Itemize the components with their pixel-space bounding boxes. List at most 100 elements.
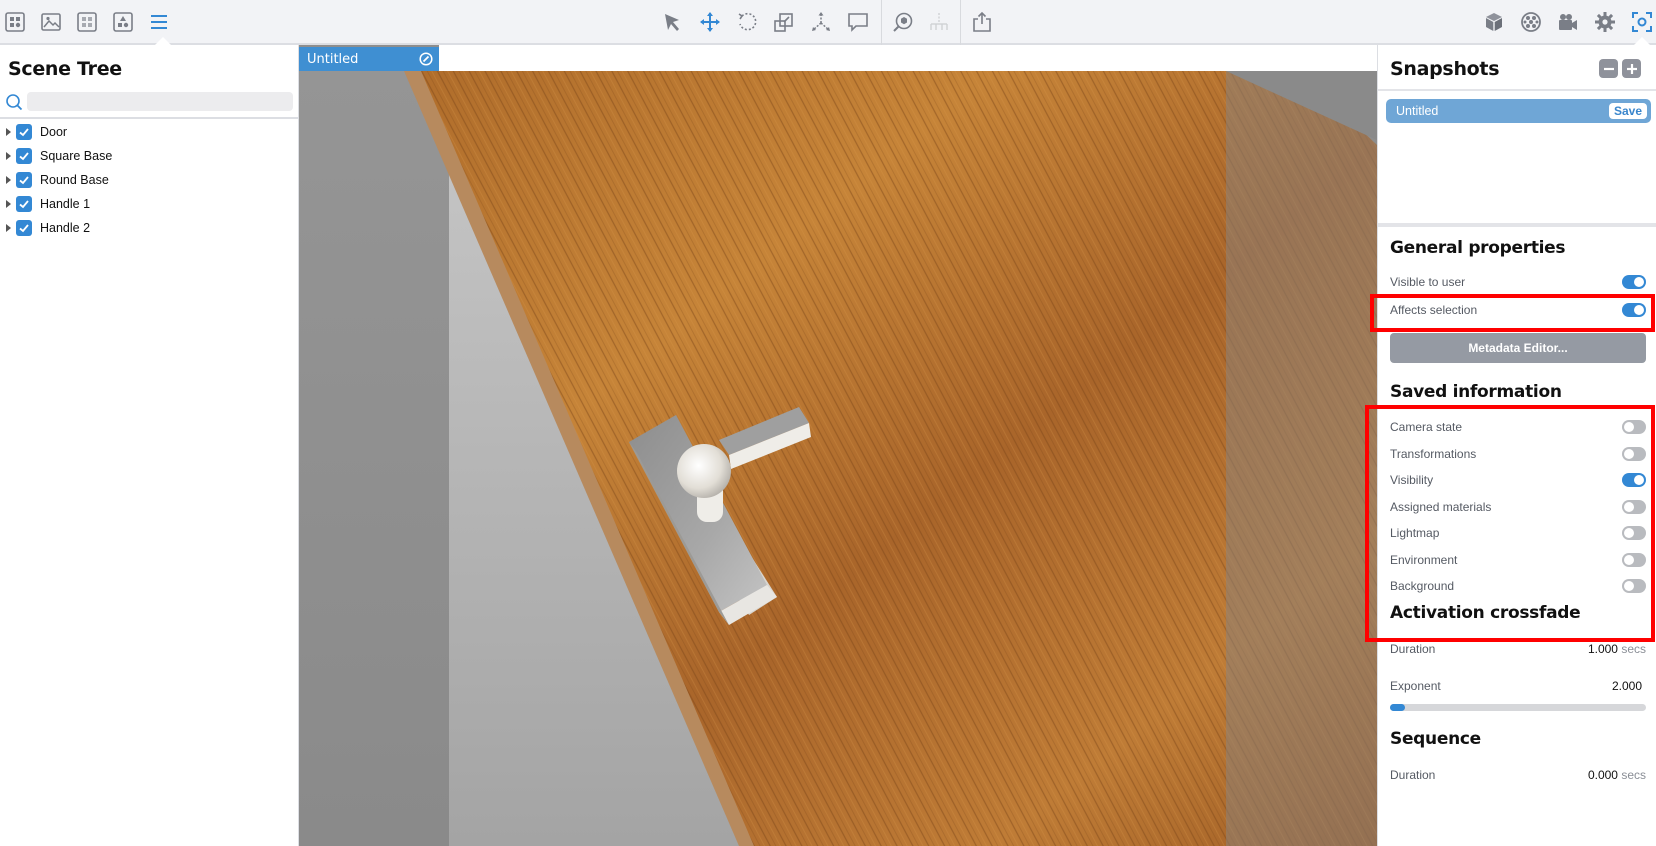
sequence-title: Sequence xyxy=(1390,729,1481,749)
tab-label: Untitled xyxy=(307,51,359,67)
saved-info-row: Transformations xyxy=(1390,444,1646,464)
sequence-duration-row: Duration 0.000 secs xyxy=(1390,765,1646,785)
video-camera-icon xyxy=(1559,14,1577,30)
saved-info-row: Assigned materials xyxy=(1390,497,1646,517)
saved-info-label: Environment xyxy=(1390,552,1458,567)
expand-arrow-icon[interactable] xyxy=(6,200,11,208)
tab-strip xyxy=(439,45,1377,71)
sequence-duration-number: 0.000 xyxy=(1587,768,1618,782)
comment-button[interactable] xyxy=(845,9,871,35)
exponent-slider[interactable] xyxy=(1390,704,1646,711)
divider xyxy=(1378,89,1656,91)
move-button[interactable] xyxy=(697,9,723,35)
pattern-grid-button[interactable] xyxy=(74,9,100,35)
tree-item[interactable]: Door xyxy=(0,120,299,144)
checkmark-icon xyxy=(19,224,29,233)
list-menu-button[interactable] xyxy=(146,9,172,35)
crossfade-duration-number: 1.000 xyxy=(1587,642,1618,656)
expand-arrow-icon[interactable] xyxy=(6,152,11,160)
scene-search-input[interactable] xyxy=(27,92,293,111)
exponent-label: Exponent xyxy=(1390,679,1441,693)
saved-info-toggle[interactable] xyxy=(1622,526,1646,540)
cube-search-button[interactable] xyxy=(890,9,916,35)
visible-to-user-row: Visible to user xyxy=(1390,272,1646,292)
saved-info-toggle[interactable] xyxy=(1622,579,1646,593)
saved-information-title: Saved information xyxy=(1390,382,1562,402)
checkmark-icon xyxy=(19,152,29,161)
saved-info-toggle[interactable] xyxy=(1622,473,1646,487)
settings-button[interactable] xyxy=(1592,9,1618,35)
3d-viewport[interactable]: Untitled xyxy=(299,45,1377,846)
toolbar-separator xyxy=(881,0,882,45)
main-toolbar xyxy=(0,0,1656,45)
export-button[interactable] xyxy=(969,9,995,35)
tree-item[interactable]: Handle 2 xyxy=(0,216,299,240)
hierarchy-button[interactable] xyxy=(926,9,952,35)
plus-icon xyxy=(1626,63,1637,74)
tree-item[interactable]: Handle 1 xyxy=(0,192,299,216)
expand-arrow-icon[interactable] xyxy=(6,176,11,184)
saved-info-toggle[interactable] xyxy=(1622,420,1646,434)
general-properties-title: General properties xyxy=(1390,238,1566,258)
hierarchy-icon xyxy=(930,13,948,30)
grid-view-button[interactable] xyxy=(2,9,28,35)
add-snapshot-button[interactable] xyxy=(1622,59,1641,78)
3d-scene-render[interactable] xyxy=(299,45,1377,846)
crossfade-duration-row: Duration 1.000 secs xyxy=(1390,639,1646,659)
expand-arrow-icon[interactable] xyxy=(6,128,11,136)
material-button[interactable] xyxy=(1518,9,1544,35)
visible-to-user-toggle[interactable] xyxy=(1622,275,1646,289)
tree-item[interactable]: Round Base xyxy=(0,168,299,192)
affects-selection-toggle[interactable] xyxy=(1622,303,1646,317)
visibility-checkbox[interactable] xyxy=(16,124,32,140)
snapshot-item[interactable]: Untitled Save xyxy=(1386,99,1651,123)
saved-info-toggle[interactable] xyxy=(1622,499,1646,514)
tab-untitled[interactable]: Untitled xyxy=(299,47,439,71)
image-button[interactable] xyxy=(38,9,64,35)
tree-item[interactable]: Square Base xyxy=(0,144,299,168)
active-caret xyxy=(155,37,171,45)
exponent-slider-fill xyxy=(1390,704,1406,711)
tree-item-label: Door xyxy=(40,125,68,139)
cube-search-icon xyxy=(893,12,913,32)
save-snapshot-button[interactable]: Save xyxy=(1608,103,1647,119)
saved-info-toggle[interactable] xyxy=(1622,552,1646,567)
sequence-duration-value[interactable]: 0.000 secs xyxy=(1588,768,1646,782)
visibility-checkbox[interactable] xyxy=(16,148,32,164)
pattern-grid-icon xyxy=(77,12,97,32)
minus-icon xyxy=(1603,67,1614,70)
select-arrow-icon xyxy=(665,14,679,31)
scale-icon xyxy=(774,13,793,32)
visibility-checkbox[interactable] xyxy=(16,220,32,236)
select-button[interactable] xyxy=(660,9,686,35)
checkmark-icon xyxy=(19,128,29,137)
scene-tree-panel: Scene Tree Door Square Base Round Base Hand… xyxy=(0,45,299,846)
remove-snapshot-button[interactable] xyxy=(1599,59,1618,78)
shapes-button[interactable] xyxy=(110,9,136,35)
visibility-checkbox[interactable] xyxy=(16,172,32,188)
visibility-checkbox[interactable] xyxy=(16,196,32,212)
metadata-editor-button[interactable]: Metadata Editor... xyxy=(1390,333,1646,363)
camera-button[interactable] xyxy=(1555,9,1581,35)
list-menu-icon xyxy=(151,15,167,29)
sequence-duration-unit: secs xyxy=(1621,768,1646,782)
explode-button[interactable] xyxy=(808,9,834,35)
expand-arrow-icon[interactable] xyxy=(6,224,11,232)
crossfade-duration-value[interactable]: 1.000 secs xyxy=(1588,642,1646,656)
exponent-value[interactable]: 2.000 xyxy=(1612,679,1642,693)
saved-info-row: Camera state xyxy=(1390,417,1646,437)
checkmark-icon xyxy=(19,176,29,185)
crossfade-duration-unit: secs xyxy=(1621,642,1646,656)
rotate-button[interactable] xyxy=(734,9,760,35)
focus-button[interactable] xyxy=(1629,9,1655,35)
material-ball-icon xyxy=(1521,12,1541,32)
snapshot-label: Untitled xyxy=(1396,104,1439,118)
saved-info-toggle[interactable] xyxy=(1622,446,1646,461)
saved-info-label: Lightmap xyxy=(1390,526,1440,540)
cube-button[interactable] xyxy=(1481,9,1507,35)
sequence-duration-label: Duration xyxy=(1390,768,1436,782)
edit-icon[interactable] xyxy=(419,52,433,66)
cube-icon xyxy=(1486,13,1502,31)
scale-button[interactable] xyxy=(771,9,797,35)
move-icon xyxy=(700,12,720,32)
